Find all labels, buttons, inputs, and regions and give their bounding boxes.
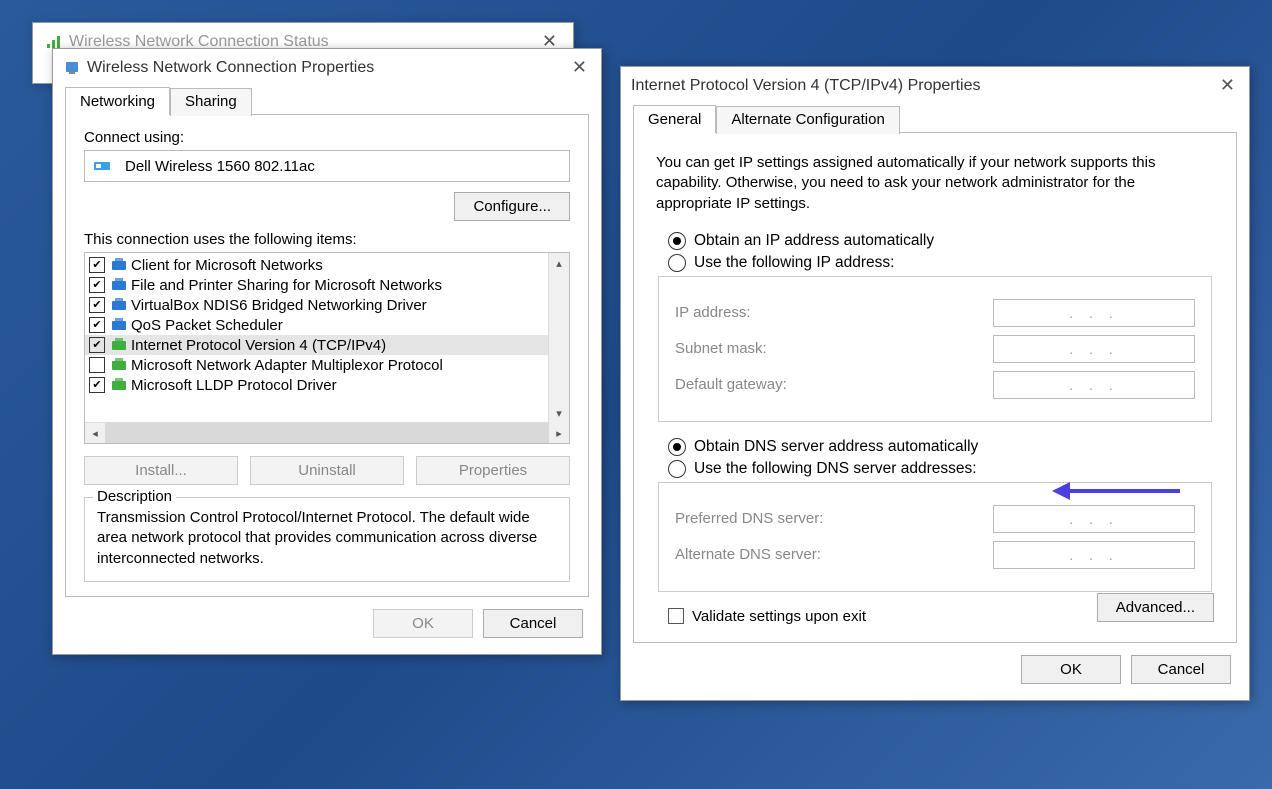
scroll-left-icon[interactable]: ◂ — [85, 423, 105, 443]
close-icon[interactable]: ✕ — [1216, 75, 1239, 96]
properties-button[interactable]: Properties — [416, 456, 570, 485]
info-text: You can get IP settings assigned automat… — [656, 153, 1214, 214]
default-gateway-label: Default gateway: — [675, 376, 993, 393]
service-icon — [110, 296, 128, 314]
service-icon — [110, 336, 128, 354]
radio-dns-manual[interactable]: Use the following DNS server addresses: — [656, 460, 1214, 478]
list-item-label: QoS Packet Scheduler — [131, 317, 283, 334]
radio-icon — [668, 438, 686, 456]
tab-networking[interactable]: Networking — [65, 87, 170, 115]
tab-general[interactable]: General — [633, 105, 716, 133]
checkbox[interactable] — [89, 277, 105, 293]
checkbox[interactable] — [89, 377, 105, 393]
tab-pane-general: You can get IP settings assigned automat… — [633, 132, 1237, 643]
ipv4-properties-dialog: Internet Protocol Version 4 (TCP/IPv4) P… — [620, 66, 1250, 701]
dialog-title: Internet Protocol Version 4 (TCP/IPv4) P… — [631, 77, 980, 95]
ip-address-label: IP address: — [675, 304, 993, 321]
horizontal-scrollbar[interactable]: ◂ ▸ — [85, 422, 569, 443]
checkbox[interactable] — [89, 337, 105, 353]
dialog-title: Wireless Network Connection Properties — [87, 59, 374, 77]
configure-button[interactable]: Configure... — [454, 192, 570, 221]
ok-button[interactable]: OK — [373, 609, 473, 638]
list-item[interactable]: QoS Packet Scheduler — [85, 315, 569, 335]
nic-icon — [93, 157, 111, 175]
connection-properties-dialog: Wireless Network Connection Properties ✕… — [52, 48, 602, 655]
vertical-scrollbar[interactable]: ▴ ▾ — [548, 253, 569, 423]
arrow-head-icon — [1052, 482, 1070, 500]
list-item[interactable]: Microsoft LLDP Protocol Driver — [85, 375, 569, 395]
tab-alternate-configuration[interactable]: Alternate Configuration — [716, 106, 899, 134]
titlebar[interactable]: Internet Protocol Version 4 (TCP/IPv4) P… — [621, 67, 1249, 104]
adapter-field[interactable]: Dell Wireless 1560 802.11ac — [84, 150, 570, 182]
validate-label: Validate settings upon exit — [692, 608, 866, 625]
checkbox[interactable] — [89, 357, 105, 373]
ip-address-input: . . . — [993, 299, 1195, 327]
radio-label: Obtain an IP address automatically — [694, 232, 934, 250]
cancel-button[interactable]: Cancel — [483, 609, 583, 638]
connect-using-label: Connect using: — [84, 129, 570, 146]
ok-button[interactable]: OK — [1021, 655, 1121, 684]
list-item[interactable]: Internet Protocol Version 4 (TCP/IPv4) — [85, 335, 569, 355]
service-icon — [110, 256, 128, 274]
arrow-line — [1070, 489, 1180, 493]
service-icon — [110, 376, 128, 394]
adapter-icon — [63, 59, 81, 77]
scroll-right-icon[interactable]: ▸ — [549, 423, 569, 443]
list-item-label: Client for Microsoft Networks — [131, 257, 323, 274]
list-item[interactable]: Microsoft Network Adapter Multiplexor Pr… — [85, 355, 569, 375]
list-item-label: File and Printer Sharing for Microsoft N… — [131, 277, 442, 294]
radio-ip-manual[interactable]: Use the following IP address: — [656, 254, 1214, 272]
items-label: This connection uses the following items… — [84, 231, 570, 248]
checkbox[interactable] — [89, 297, 105, 313]
subnet-mask-input: . . . — [993, 335, 1195, 363]
alternate-dns-label: Alternate DNS server: — [675, 546, 993, 563]
description-groupbox: Description Transmission Control Protoco… — [84, 497, 570, 582]
ip-fields-group: IP address: . . . Subnet mask: . . . Def… — [658, 276, 1212, 422]
radio-label: Use the following IP address: — [694, 254, 894, 272]
radio-dns-auto[interactable]: Obtain DNS server address automatically — [656, 438, 1214, 456]
radio-icon — [668, 254, 686, 272]
service-icon — [110, 316, 128, 334]
checkbox[interactable] — [89, 317, 105, 333]
scroll-up-icon[interactable]: ▴ — [549, 253, 569, 273]
list-item[interactable]: Client for Microsoft Networks — [85, 255, 569, 275]
titlebar[interactable]: Wireless Network Connection Properties ✕ — [53, 49, 601, 86]
tab-pane-networking: Connect using: Dell Wireless 1560 802.11… — [65, 114, 589, 597]
adapter-name: Dell Wireless 1560 802.11ac — [125, 158, 315, 175]
radio-icon — [668, 232, 686, 250]
list-item-label: Microsoft LLDP Protocol Driver — [131, 377, 337, 394]
list-item-label: Microsoft Network Adapter Multiplexor Pr… — [131, 357, 443, 374]
cancel-button[interactable]: Cancel — [1131, 655, 1231, 684]
scroll-down-icon[interactable]: ▾ — [549, 403, 569, 423]
connection-items-listbox[interactable]: Client for Microsoft Networks File and Pr… — [84, 252, 570, 444]
annotation-arrow — [1052, 482, 1180, 500]
install-button[interactable]: Install... — [84, 456, 238, 485]
radio-label: Use the following DNS server addresses: — [694, 460, 977, 478]
service-icon — [110, 276, 128, 294]
subnet-mask-label: Subnet mask: — [675, 340, 993, 357]
advanced-button[interactable]: Advanced... — [1097, 593, 1214, 622]
list-item-label: VirtualBox NDIS6 Bridged Networking Driv… — [131, 297, 427, 314]
checkbox[interactable] — [89, 257, 105, 273]
radio-ip-auto[interactable]: Obtain an IP address automatically — [656, 232, 1214, 250]
list-item-label: Internet Protocol Version 4 (TCP/IPv4) — [131, 337, 386, 354]
default-gateway-input: . . . — [993, 371, 1195, 399]
radio-label: Obtain DNS server address automatically — [694, 438, 978, 456]
uninstall-button[interactable]: Uninstall — [250, 456, 404, 485]
service-icon — [110, 356, 128, 374]
list-item[interactable]: File and Printer Sharing for Microsoft N… — [85, 275, 569, 295]
list-item[interactable]: VirtualBox NDIS6 Bridged Networking Driv… — [85, 295, 569, 315]
close-icon[interactable]: ✕ — [568, 57, 591, 78]
tab-sharing[interactable]: Sharing — [170, 88, 252, 116]
description-legend: Description — [93, 488, 176, 505]
preferred-dns-input: . . . — [993, 505, 1195, 533]
validate-checkbox[interactable] — [668, 608, 684, 624]
preferred-dns-label: Preferred DNS server: — [675, 510, 993, 527]
radio-icon — [668, 460, 686, 478]
alternate-dns-input: . . . — [993, 541, 1195, 569]
description-text: Transmission Control Protocol/Internet P… — [97, 508, 557, 569]
